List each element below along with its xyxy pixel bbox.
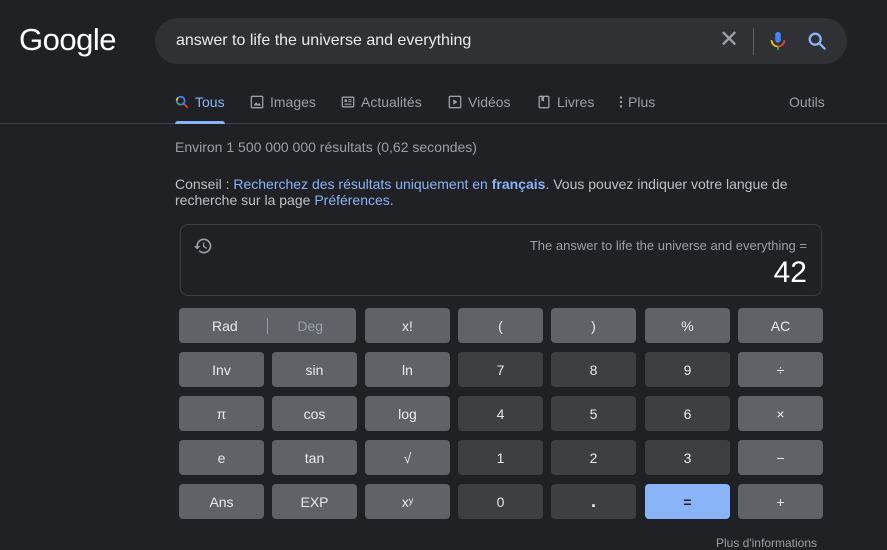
search-icon: [175, 95, 189, 109]
key-ans[interactable]: Ans: [179, 484, 264, 519]
key-7[interactable]: 7: [458, 352, 543, 387]
key-cos[interactable]: cos: [272, 396, 357, 431]
calculator-result: 42: [773, 256, 807, 289]
tools-button[interactable]: Outils: [789, 94, 825, 110]
deg-button[interactable]: Deg: [297, 318, 323, 334]
key-multiply[interactable]: ×: [738, 396, 823, 431]
tab-images[interactable]: Images: [250, 86, 316, 124]
key-exp[interactable]: EXP: [272, 484, 357, 519]
key-power[interactable]: xʸ: [365, 484, 450, 519]
rad-button[interactable]: Rad: [212, 318, 238, 334]
calculator-expression: The answer to life the universe and ever…: [529, 238, 807, 253]
tab-label: Vidéos: [468, 94, 511, 110]
key-log[interactable]: log: [365, 396, 450, 431]
key-tan[interactable]: tan: [272, 440, 357, 475]
tab-actualites[interactable]: Actualités: [341, 86, 422, 124]
news-icon: [341, 96, 355, 108]
search-divider: [753, 28, 754, 55]
tab-label: Plus: [628, 94, 656, 110]
tab-label: Livres: [557, 94, 595, 110]
key-percent[interactable]: %: [645, 308, 730, 343]
result-stats: Environ 1 500 000 000 résultats (0,62 se…: [175, 139, 477, 155]
tip-prefix: Conseil :: [175, 176, 234, 192]
key-decimal[interactable]: .: [551, 484, 636, 519]
tab-label: Images: [270, 94, 316, 110]
key-divide[interactable]: ÷: [738, 352, 823, 387]
header: Google answer to life the universe and e…: [0, 0, 887, 124]
more-vert-icon: [619, 96, 623, 108]
search-input[interactable]: answer to life the universe and everythi…: [176, 32, 471, 50]
link-bold-text: français: [491, 176, 546, 192]
calculator-display: The answer to life the universe and ever…: [180, 224, 822, 296]
google-logo[interactable]: Google: [19, 22, 116, 58]
key-6[interactable]: 6: [645, 396, 730, 431]
key-1[interactable]: 1: [458, 440, 543, 475]
key-equals[interactable]: =: [645, 484, 730, 519]
key-e[interactable]: e: [179, 440, 264, 475]
book-icon: [538, 95, 550, 109]
key-8[interactable]: 8: [551, 352, 636, 387]
key-4[interactable]: 4: [458, 396, 543, 431]
search-box[interactable]: answer to life the universe and everythi…: [155, 18, 847, 64]
key-subtract[interactable]: −: [738, 440, 823, 475]
key-add[interactable]: +: [738, 484, 823, 519]
search-icon[interactable]: [806, 30, 828, 52]
language-tip: Conseil : Recherchez des résultats uniqu…: [175, 176, 815, 208]
key-all-clear[interactable]: AC: [738, 308, 823, 343]
key-9[interactable]: 9: [645, 352, 730, 387]
key-close-paren[interactable]: ): [551, 308, 636, 343]
key-inv[interactable]: Inv: [179, 352, 264, 387]
key-sin[interactable]: sin: [272, 352, 357, 387]
key-sqrt[interactable]: √: [365, 440, 450, 475]
tab-tous[interactable]: Tous: [175, 86, 225, 124]
rad-deg-divider: [267, 317, 268, 334]
tab-label: Actualités: [361, 94, 422, 110]
preferences-link[interactable]: Préférences: [314, 192, 389, 208]
key-pi[interactable]: π: [179, 396, 264, 431]
key-factorial[interactable]: x!: [365, 308, 450, 343]
key-open-paren[interactable]: (: [458, 308, 543, 343]
tab-videos[interactable]: Vidéos: [448, 86, 511, 124]
tab-label: Tous: [195, 94, 225, 110]
link-text: Recherchez des résultats uniquement en: [233, 176, 492, 192]
key-5[interactable]: 5: [551, 396, 636, 431]
tab-livres[interactable]: Livres: [537, 86, 594, 124]
close-icon[interactable]: ✕: [718, 28, 740, 53]
rad-deg-toggle[interactable]: Rad Deg: [179, 308, 356, 343]
key-0[interactable]: 0: [458, 484, 543, 519]
microphone-icon[interactable]: [767, 29, 789, 53]
key-2[interactable]: 2: [551, 440, 636, 475]
key-ln[interactable]: ln: [365, 352, 450, 387]
image-icon: [250, 95, 264, 109]
tab-plus[interactable]: Plus: [618, 86, 655, 124]
history-icon[interactable]: [193, 236, 213, 256]
french-results-link[interactable]: Recherchez des résultats uniquement en f…: [233, 176, 545, 192]
play-icon: [448, 95, 462, 109]
more-info-link[interactable]: Plus d'informations: [716, 536, 817, 550]
key-3[interactable]: 3: [645, 440, 730, 475]
tip-suffix: .: [389, 192, 394, 208]
